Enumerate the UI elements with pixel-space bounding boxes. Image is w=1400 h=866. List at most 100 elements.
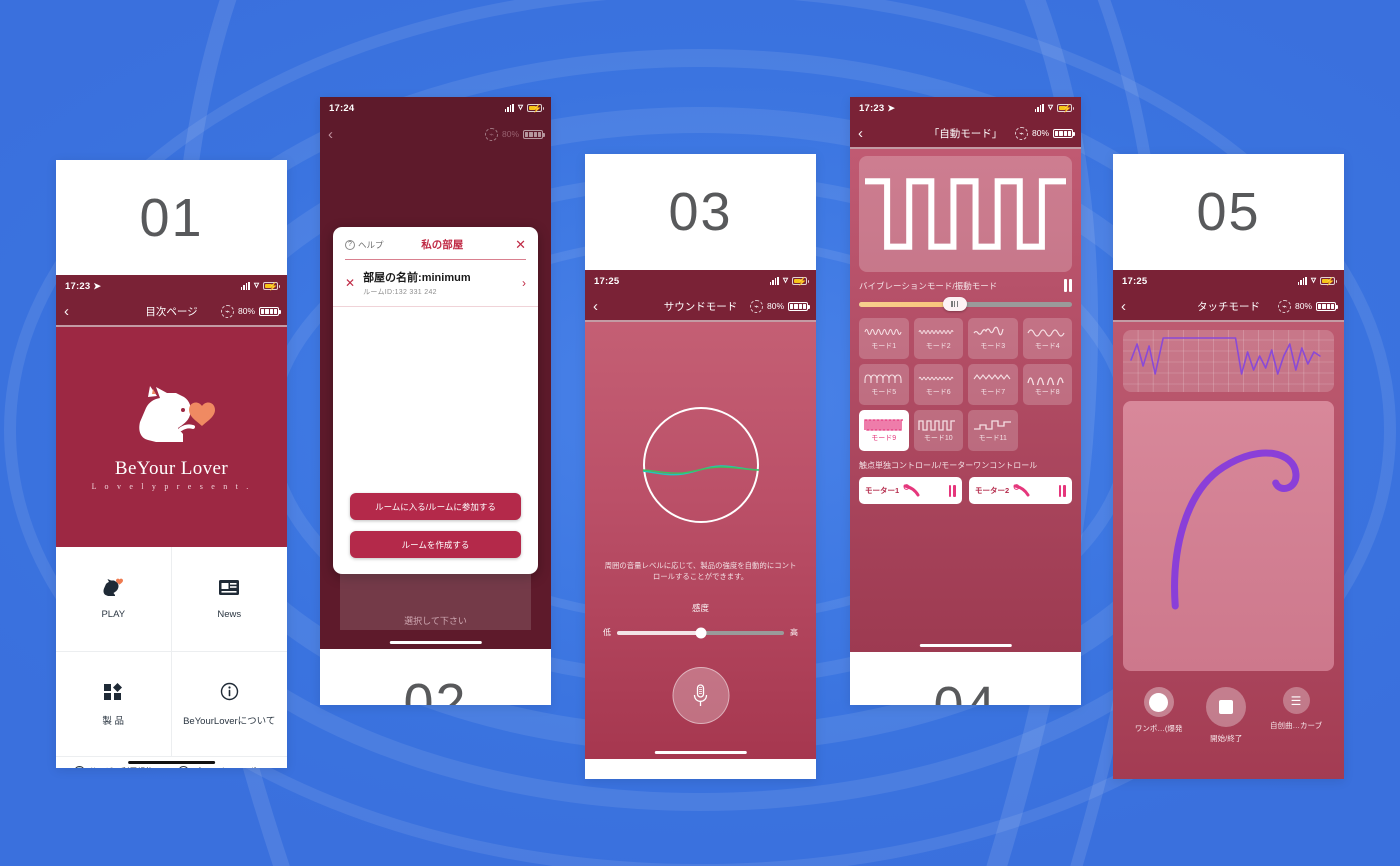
wifi-icon: ▿ <box>1310 275 1316 286</box>
mode-button-8[interactable]: モード8 <box>1022 364 1072 405</box>
mode-label: モード1 <box>871 343 897 350</box>
microphone-button[interactable] <box>672 667 729 724</box>
nav-bar: ‹ サウンドモード ⌁ 80% <box>585 292 816 322</box>
footer-link-terms[interactable]: 🔒 サービス利用規約 <box>56 765 172 769</box>
waveform-icon <box>918 330 954 334</box>
device-battery-pct: 80% <box>501 129 519 139</box>
motor-1-control[interactable]: モーター1 <box>859 477 962 504</box>
cellular-signal-icon <box>240 282 250 290</box>
mode-label: モード8 <box>1034 389 1060 396</box>
control-custom-curve[interactable]: ☰ 自创曲…カーブ <box>1270 687 1322 731</box>
nav-bar: ‹ 「自動モード」 ⌁ 80% <box>850 119 1081 149</box>
device-battery-icon <box>523 129 545 139</box>
mode-button-6[interactable]: モード6 <box>913 364 963 405</box>
cellular-signal-icon <box>1034 104 1044 112</box>
panel-number: 03 <box>668 182 733 242</box>
touch-draw-canvas[interactable] <box>1123 401 1334 671</box>
mode-button-3[interactable]: モード3 <box>968 318 1018 359</box>
device-battery-pct: 80% <box>766 301 784 311</box>
motor-section-label: 触点単独コントロール/モーターワンコントロール <box>859 461 1038 470</box>
sensitivity-slider[interactable]: 低 高 <box>603 627 798 638</box>
pause-icon[interactable] <box>948 484 956 497</box>
panel-02: 17:24 ▿ ⚡ ‹ ⌁ 80% ? ヘルプ 私の部屋 ✕ ✕ 部屋の名前:m… <box>320 97 551 705</box>
panel-number-block: 02 <box>320 649 551 705</box>
battery-charging-icon: ⚡ <box>527 104 544 113</box>
waveform-icon <box>864 328 902 336</box>
stop-square-icon[interactable] <box>1206 687 1247 727</box>
mode-button-2[interactable]: モード2 <box>913 318 963 359</box>
battery-charging-icon: ⚡ <box>792 277 809 286</box>
status-bar: 17:25 ▿ ⚡ <box>1113 270 1344 292</box>
waveform-icon <box>973 326 1004 336</box>
menu-item-label: PLAY <box>101 609 126 620</box>
device-battery-icon <box>1316 301 1338 311</box>
panel-01: 01 17:23 ➤ ▿ ⚡ ‹ 目次ページ ⌁ 80% BeYour Love… <box>56 160 287 768</box>
battery-charging-icon: ⚡ <box>263 282 280 291</box>
wifi-icon: ▿ <box>253 280 259 291</box>
back-button[interactable]: ‹ <box>593 299 611 314</box>
waveform-icon <box>1027 329 1065 337</box>
device-battery-icon <box>788 301 810 311</box>
battery-charging-icon: ⚡ <box>1320 277 1337 286</box>
mode-button-9[interactable]: モード9 <box>859 410 909 451</box>
waveform-icon <box>864 374 902 383</box>
room-id: ルームID:132 331 242 <box>363 289 437 297</box>
home-indicator <box>919 643 1012 647</box>
mode-button-7[interactable]: モード7 <box>968 364 1018 405</box>
panel-number: 04 <box>933 675 997 705</box>
menu-item-play[interactable]: PLAY <box>56 547 172 652</box>
mode-button-10[interactable]: モード10 <box>913 410 963 451</box>
bluetooth-status-icon: ⌁ <box>220 304 234 318</box>
menu-item-label: BeYourLoverについて <box>183 715 276 727</box>
menu-item-products[interactable]: 製 品 <box>56 652 172 757</box>
nav-bar: ‹ タッチモード ⌁ 80% <box>1113 292 1344 322</box>
brand-tagline: L o v e l y p r e s e n t . <box>91 481 252 491</box>
panel-04: 17:23 ➤ ▿ ⚡ ‹ 「自動モード」 ⌁ 80% バイブレーションモード/… <box>850 97 1081 705</box>
slider-thumb[interactable] <box>942 297 967 311</box>
back-button[interactable]: ‹ <box>328 127 346 142</box>
back-button[interactable]: ‹ <box>1121 299 1139 314</box>
mode-label: モード10 <box>923 435 953 442</box>
mode-label: モード3 <box>980 343 1006 350</box>
slider-thumb[interactable] <box>695 627 706 638</box>
menu-item-about[interactable]: BeYourLoverについて <box>171 652 287 757</box>
mode-button-11[interactable]: モード11 <box>968 410 1018 451</box>
control-start-stop[interactable]: 開始/終了 <box>1206 687 1247 744</box>
vibration-mode-row: バイブレーションモード/振動モード <box>859 279 1072 292</box>
slider-track[interactable] <box>617 627 784 638</box>
close-x-icon[interactable]: ✕ <box>515 238 526 251</box>
mode-button-4[interactable]: モード4 <box>1022 318 1072 359</box>
mode-button-5[interactable]: モード5 <box>859 364 909 405</box>
delete-x-icon[interactable]: ✕ <box>345 276 355 290</box>
create-room-button[interactable]: ルームを作成する <box>350 531 521 558</box>
sensitivity-low-label: 低 <box>603 628 611 637</box>
control-one-point[interactable]: ワンポ…(爆発 <box>1135 687 1182 734</box>
chevron-right-icon[interactable]: › <box>522 276 526 290</box>
sensitivity-high-label: 高 <box>790 628 798 637</box>
cat-heart-icon <box>102 578 124 600</box>
record-circle-icon[interactable] <box>1143 687 1174 717</box>
status-bar: 17:25 ▿ ⚡ <box>585 270 816 292</box>
status-bar: 17:23 ➤ ▿ ⚡ <box>56 275 287 297</box>
footer-link-privacy[interactable]: ☺ プライバシー・ポリシー <box>172 765 288 768</box>
motor-2-control[interactable]: モーター2 <box>969 477 1072 504</box>
back-button[interactable]: ‹ <box>64 304 82 319</box>
person-icon: ☺ <box>177 765 189 768</box>
pause-icon[interactable] <box>1063 279 1072 292</box>
motor-label: モーター2 <box>975 486 1010 495</box>
intensity-slider[interactable] <box>859 297 1072 311</box>
mode-button-1[interactable]: モード1 <box>859 318 909 359</box>
cat-heart-logo-icon <box>138 385 215 442</box>
nav-bar: ‹ 目次ページ ⌁ 80% <box>56 297 287 327</box>
pause-icon[interactable] <box>1058 484 1066 497</box>
panel-number-block: 04 <box>850 652 1081 705</box>
menu-item-news[interactable]: News <box>171 547 287 652</box>
room-list-item[interactable]: ✕ 部屋の名前:minimum ルームID:132 331 242 › <box>333 260 538 308</box>
back-button[interactable]: ‹ <box>858 126 876 141</box>
list-icon[interactable]: ☰ <box>1282 687 1310 714</box>
join-room-button[interactable]: ルームに入る/ルームに参加する <box>350 493 521 520</box>
waveform-icon <box>918 420 956 431</box>
motor-controls: モーター1 モーター2 <box>859 477 1072 504</box>
auto-mode-body: バイブレーションモード/振動モード モード1 モード2 モード3 モード4 モー… <box>850 149 1081 652</box>
footer-link-label: サービス利用規約 <box>89 766 153 769</box>
